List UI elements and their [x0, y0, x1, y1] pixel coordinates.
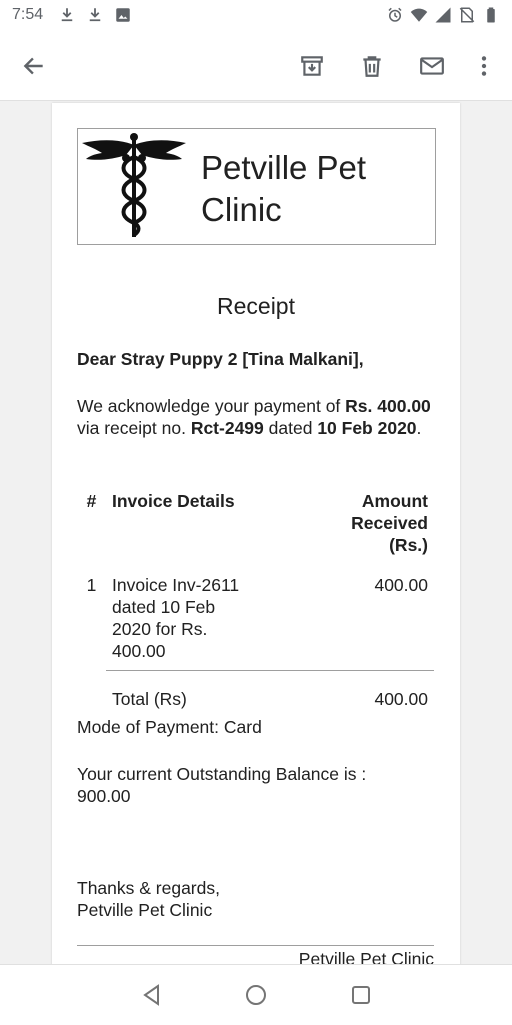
- receipt-date: 10 Feb 2020: [317, 418, 417, 438]
- signoff-clinic: Petville Pet Clinic: [77, 900, 213, 920]
- outstanding-balance: Your current Outstanding Balance is : 90…: [77, 764, 367, 806]
- wifi-icon: [410, 8, 428, 22]
- download-icon: [89, 8, 101, 22]
- footer-clinic-name: Petville Pet Clinic: [298, 949, 434, 964]
- receipt-card: Petville Pet Clinic Receipt Dear Stray P…: [52, 103, 460, 964]
- total-value: 400.00: [374, 689, 428, 709]
- delete-button[interactable]: [352, 46, 392, 86]
- back-triangle-icon[interactable]: [140, 983, 164, 1007]
- table-row: 1 Invoice Inv-2611 dated 10 Feb 2020 for…: [77, 574, 434, 662]
- table-header-row: # Invoice Details Amount Received (Rs.): [77, 490, 434, 556]
- total-label: Total (Rs): [112, 689, 187, 709]
- battery-icon: [487, 7, 495, 23]
- signal-icon: [435, 7, 451, 23]
- mail-icon: [420, 57, 444, 75]
- header-invoice-details: Invoice Details: [112, 491, 235, 511]
- back-button[interactable]: [14, 46, 54, 86]
- caduceus-logo: [82, 133, 186, 237]
- row-invoice-details: Invoice Inv-2611 dated 10 Feb 2020 for R…: [112, 575, 240, 661]
- total-row: Total (Rs) 400.00: [77, 688, 434, 710]
- recents-square-icon[interactable]: [349, 983, 373, 1007]
- delete-icon: [363, 56, 381, 77]
- status-time: 7:54: [12, 6, 44, 23]
- signoff-greeting: Thanks & regards,: [77, 878, 220, 898]
- acknowledgement-text: We acknowledge your payment of Rs. 400.0…: [77, 396, 431, 438]
- image-icon: [116, 8, 130, 22]
- clinic-name: Petville Pet Clinic: [201, 149, 367, 228]
- more-options-button[interactable]: [464, 46, 504, 86]
- invoice-table: # Invoice Details Amount Received (Rs.) …: [77, 490, 434, 710]
- mark-unread-button[interactable]: [412, 46, 452, 86]
- home-circle-icon[interactable]: [244, 983, 268, 1007]
- download-icon: [61, 8, 73, 22]
- navigation-bar: [0, 964, 512, 1025]
- payment-mode: Mode of Payment: Card: [77, 717, 262, 737]
- greeting: Dear Stray Puppy 2 [Tina Malkani],: [77, 349, 364, 369]
- status-bar: 7:54: [0, 0, 512, 32]
- status-notifications: [58, 6, 132, 24]
- app-bar: [0, 32, 512, 101]
- row-amount: 400.00: [374, 575, 428, 595]
- archive-button[interactable]: [292, 46, 332, 86]
- more-vert-icon: [481, 56, 487, 76]
- clinic-header: Petville Pet Clinic: [77, 128, 436, 245]
- receipt-title: Receipt: [217, 293, 295, 319]
- archive-icon: [301, 56, 323, 76]
- no-sim-icon: [459, 7, 475, 23]
- header-number: #: [86, 491, 97, 511]
- row-number: 1: [86, 575, 97, 595]
- header-amount-received: Amount Received (Rs.): [351, 491, 428, 555]
- payment-amount: Rs. 400.00: [345, 396, 431, 416]
- email-body[interactable]: Petville Pet Clinic Receipt Dear Stray P…: [0, 101, 512, 964]
- footer-divider: [77, 945, 434, 946]
- receipt-number: Rct-2499: [190, 418, 264, 438]
- alarm-icon: [388, 7, 402, 22]
- arrow-back-icon: [23, 57, 43, 75]
- status-system-icons: [386, 6, 500, 24]
